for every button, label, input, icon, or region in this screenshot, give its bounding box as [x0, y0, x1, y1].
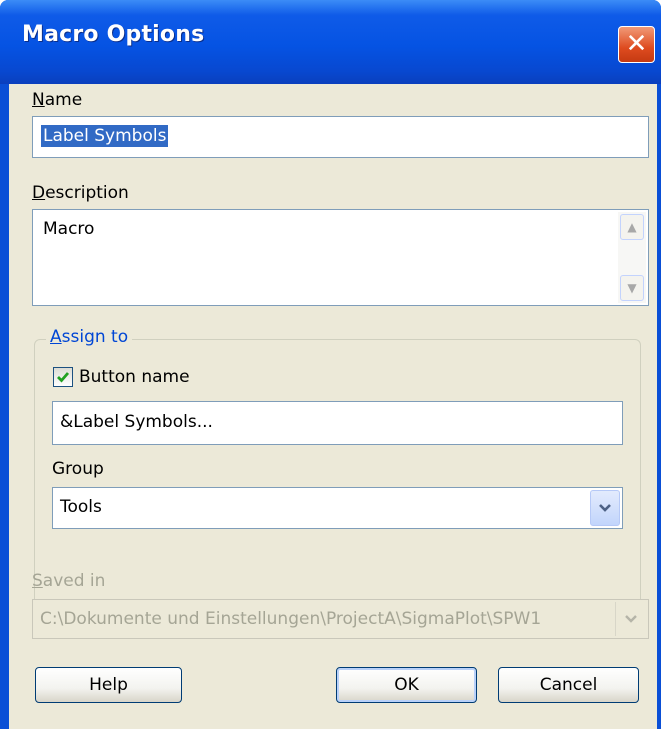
close-icon: ✕ [625, 29, 648, 59]
name-value: Label Symbols [41, 125, 169, 147]
group-label: Group [52, 459, 104, 479]
name-label: Name [32, 90, 83, 110]
dialog-title: Macro Options [22, 22, 205, 47]
button-name-input[interactable]: &Label Symbols... [52, 401, 623, 445]
dialog-body: Name Label Symbols Description Macro ▲ ▼… [9, 84, 657, 729]
scroll-down-button[interactable]: ▼ [620, 275, 644, 301]
saved-in-dropdown-button [615, 602, 646, 636]
chevron-down-icon [599, 504, 611, 512]
saved-in-combobox: C:\Dokumente und Einstellungen\ProjectA\… [32, 599, 649, 639]
name-input[interactable]: Label Symbols [32, 116, 649, 158]
description-scrollbar[interactable]: ▲ ▼ [618, 212, 646, 303]
assign-to-label: Assign to [46, 327, 133, 347]
close-button[interactable]: ✕ [618, 26, 655, 63]
title-bar[interactable]: Macro Options ✕ [0, 0, 661, 84]
description-label: Description [32, 183, 129, 203]
scroll-up-button[interactable]: ▲ [620, 214, 644, 240]
cancel-button[interactable]: Cancel [498, 667, 639, 703]
button-name-label: Button name [79, 367, 190, 387]
description-value: Macro [43, 219, 95, 239]
group-selected-value: Tools [60, 497, 102, 517]
group-select[interactable]: Tools [52, 487, 623, 529]
checkmark-icon [57, 372, 70, 383]
group-dropdown-button[interactable] [590, 490, 620, 526]
macro-options-dialog: Macro Options ✕ Name Label Symbols Descr… [0, 0, 661, 729]
button-name-value: &Label Symbols... [60, 412, 213, 432]
chevron-up-icon: ▲ [627, 220, 637, 234]
button-name-checkbox[interactable] [53, 367, 73, 387]
saved-in-label: Saved in [32, 571, 106, 591]
chevron-down-icon: ▼ [627, 281, 637, 295]
ok-button[interactable]: OK [336, 667, 477, 703]
saved-in-value: C:\Dokumente und Einstellungen\ProjectA\… [40, 609, 542, 629]
chevron-down-icon [625, 615, 637, 623]
description-textarea[interactable]: Macro ▲ ▼ [32, 209, 649, 306]
help-button[interactable]: Help [35, 667, 182, 703]
